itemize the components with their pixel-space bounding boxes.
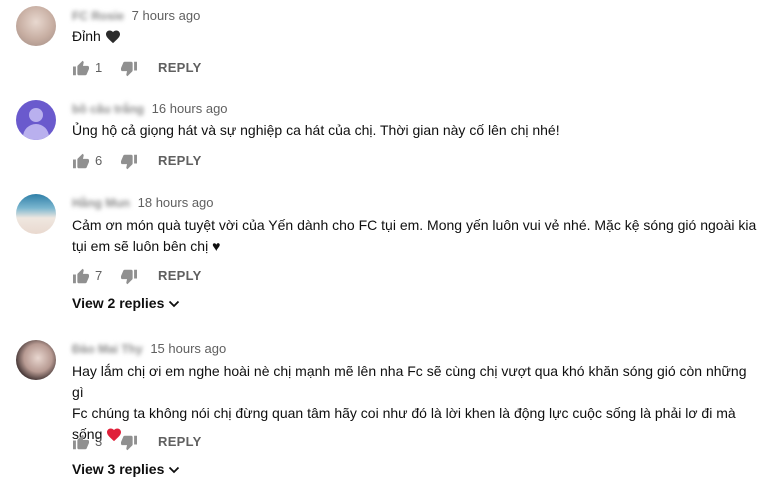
comment-header: Đào Mai Thy 15 hours ago: [72, 341, 226, 356]
like-count: 3: [95, 434, 103, 449]
comment-text-line-2: tụi em sẽ luôn bên chị ♥: [72, 238, 221, 254]
avatar[interactable]: [16, 6, 56, 46]
thumbs-up-icon[interactable]: [72, 153, 90, 172]
view-replies-button[interactable]: View 3 replies: [72, 461, 180, 477]
comment-text: Đỉnh: [72, 26, 762, 50]
thumbs-down-icon[interactable]: [120, 435, 138, 454]
author-name[interactable]: bồ câu trắng: [72, 102, 144, 116]
like-count: 7: [95, 268, 103, 283]
like-count: 1: [95, 60, 103, 75]
author-name[interactable]: Hằng Mun: [72, 196, 130, 210]
timestamp[interactable]: 16 hours ago: [152, 101, 228, 116]
thumbs-down-icon[interactable]: [120, 61, 138, 80]
reply-button[interactable]: REPLY: [158, 268, 202, 284]
comment-text-line-1: Hay lắm chị ơi em nghe hoài nè chị mạnh …: [72, 363, 747, 400]
default-avatar-head: [29, 108, 43, 122]
thumbs-up-icon[interactable]: [72, 268, 90, 287]
timestamp[interactable]: 7 hours ago: [132, 8, 201, 23]
avatar[interactable]: [16, 194, 56, 234]
thumbs-up-icon[interactable]: [72, 434, 90, 453]
default-avatar-body: [23, 124, 49, 140]
timestamp[interactable]: 18 hours ago: [138, 195, 214, 210]
thumbs-down-icon[interactable]: [120, 154, 138, 173]
thumbs-down-icon[interactable]: [120, 269, 138, 288]
timestamp[interactable]: 15 hours ago: [150, 341, 226, 356]
comment-text-content: Đỉnh: [72, 28, 101, 44]
avatar[interactable]: [16, 340, 56, 380]
comment-text: Cảm ơn món quà tuyệt vời của Yến dành ch…: [72, 215, 762, 257]
view-replies-button[interactable]: View 2 replies: [72, 295, 180, 311]
chevron-down-icon: [169, 467, 180, 474]
view-replies-label: View 3 replies: [72, 461, 165, 477]
view-replies-label: View 2 replies: [72, 295, 165, 311]
comment-header: bồ câu trắng 16 hours ago: [72, 101, 228, 116]
author-name[interactable]: FC Rosie: [72, 9, 124, 23]
thumbs-up-icon[interactable]: [72, 60, 90, 79]
reply-button[interactable]: REPLY: [158, 153, 202, 169]
avatar[interactable]: [16, 100, 56, 140]
reply-button[interactable]: REPLY: [158, 434, 202, 450]
comment-text-line-1: Cảm ơn món quà tuyệt vời của Yến dành ch…: [72, 217, 757, 233]
reply-button[interactable]: REPLY: [158, 60, 202, 76]
like-count: 6: [95, 153, 103, 168]
black-heart-icon: [105, 29, 121, 50]
comment-text-line-2: Fc chúng ta không nói chị đừng quan tâm …: [72, 405, 736, 421]
author-name[interactable]: Đào Mai Thy: [72, 342, 143, 356]
comment-text: Ủng hộ cả giọng hát và sự nghiệp ca hát …: [72, 122, 560, 138]
comment-header: Hằng Mun 18 hours ago: [72, 195, 214, 210]
chevron-down-icon: [169, 301, 180, 308]
comment-header: FC Rosie 7 hours ago: [72, 8, 200, 23]
